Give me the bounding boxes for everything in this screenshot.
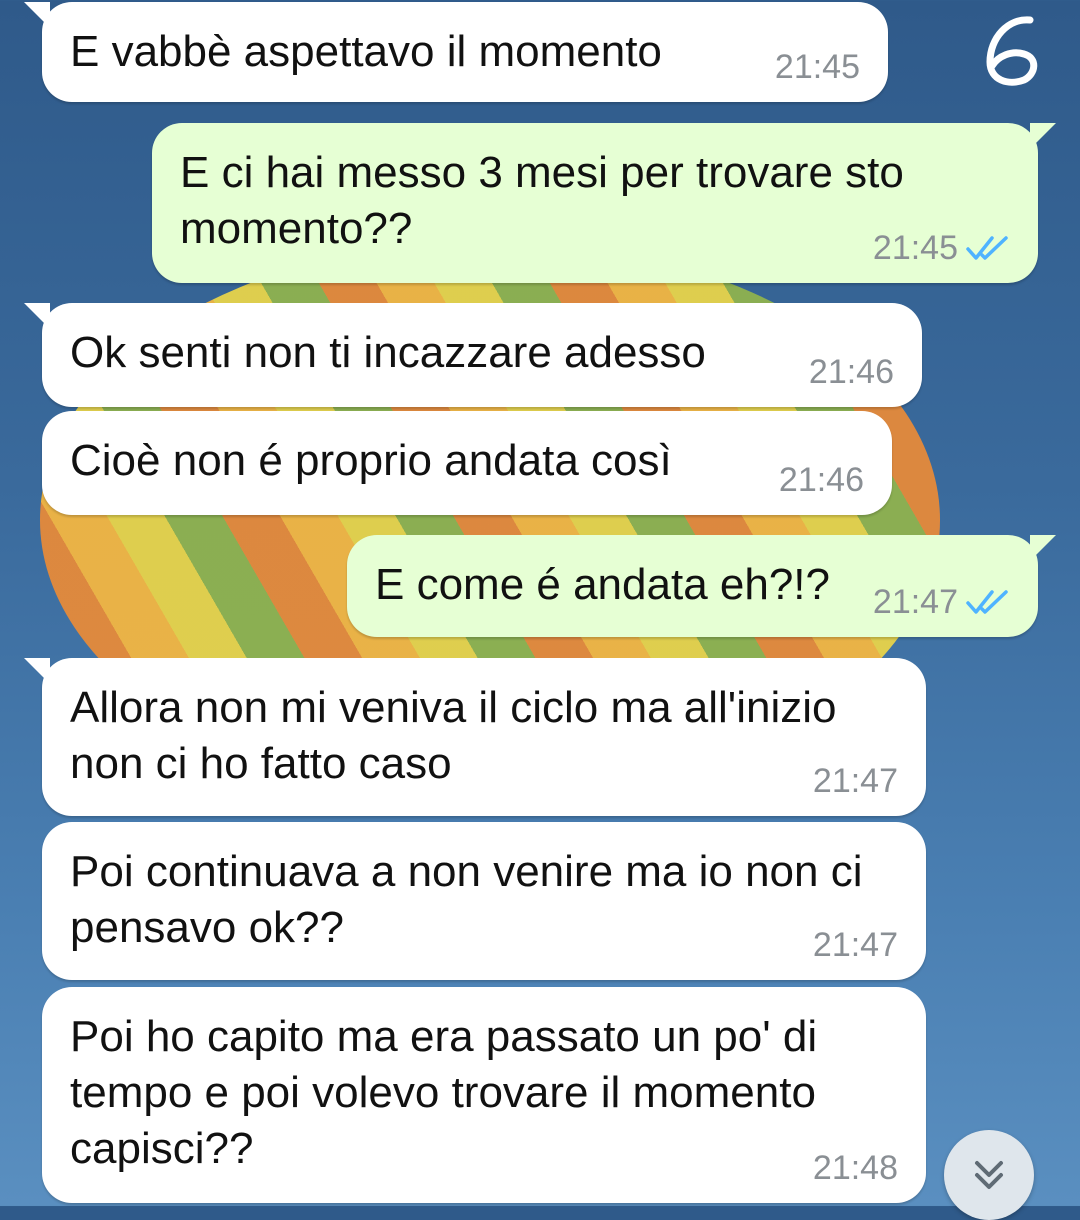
message-timestamp: 21:47 — [812, 762, 898, 800]
message-incoming[interactable]: Allora non mi veniva il ciclo ma all'ini… — [24, 658, 926, 816]
handwritten-page-number — [986, 16, 1038, 86]
message-incoming[interactable]: Ok senti non ti incazzare adesso 21:46 — [24, 303, 922, 407]
double-chevron-down-icon — [975, 1161, 1003, 1189]
message-text: Allora non mi veniva il ciclo ma all'ini… — [70, 683, 837, 788]
scroll-to-bottom-button[interactable] — [944, 1130, 1034, 1220]
double-check-icon — [966, 590, 1008, 614]
message-timestamp: 21:47 — [873, 585, 1010, 619]
message-timestamp: 21:45 — [774, 48, 860, 86]
message-outgoing[interactable]: E come é andata eh?!? 21:47 — [347, 535, 1056, 637]
message-timestamp: 21:46 — [808, 353, 894, 391]
message-incoming[interactable]: Poi continuava a non venire ma io non ci… — [42, 822, 926, 980]
message-text: Cioè non é proprio andata così — [70, 436, 672, 485]
message-timestamp: 21:45 — [873, 231, 1010, 265]
message-incoming[interactable]: Poi ho capito ma era passato un po' di t… — [42, 987, 926, 1203]
message-text: Ok senti non ti incazzare adesso — [70, 328, 706, 377]
message-incoming[interactable]: E vabbè aspettavo il momento 21:45 — [24, 2, 888, 102]
message-text: Poi ho capito ma era passato un po' di t… — [70, 1012, 818, 1173]
double-check-icon — [966, 236, 1008, 260]
message-timestamp: 21:48 — [812, 1149, 898, 1187]
message-list[interactable]: E vabbè aspettavo il momento 21:45 E ci … — [0, 0, 1080, 1206]
message-text: E vabbè aspettavo il momento — [70, 27, 662, 76]
message-timestamp: 21:47 — [812, 926, 898, 964]
message-incoming[interactable]: Cioè non é proprio andata così 21:46 — [42, 411, 892, 515]
message-outgoing[interactable]: E ci hai messo 3 mesi per trovare sto mo… — [152, 123, 1056, 283]
message-timestamp: 21:46 — [778, 461, 864, 499]
message-text: Poi continuava a non venire ma io non ci… — [70, 847, 863, 952]
